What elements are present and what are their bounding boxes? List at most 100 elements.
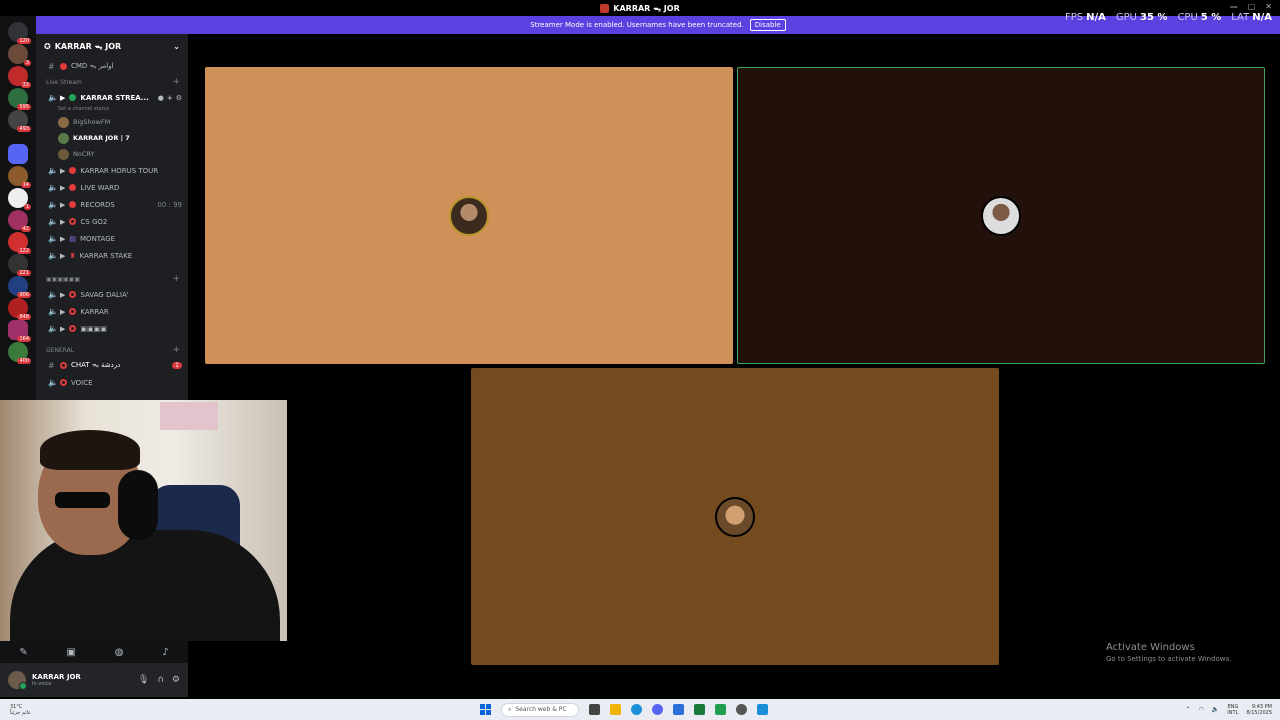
status-dot	[69, 201, 77, 208]
voice-tile[interactable]	[471, 368, 999, 665]
soundboard-icon[interactable]: ♪	[162, 647, 168, 658]
language-indicator[interactable]: ENG INTL	[1227, 704, 1238, 716]
plus-icon[interactable]: +	[172, 77, 180, 87]
user-names: KARRAR JOR In voice	[32, 673, 81, 687]
channel-voice[interactable]: 🔈 ▶ LIVE WARD	[36, 179, 188, 196]
home-icon[interactable]: 120	[8, 22, 31, 44]
avatar	[58, 148, 69, 160]
channel-list: ✪ KARRAR ᯓ JOR ⌄ # CMD ᯓ اوامر Live Stream…	[36, 34, 188, 400]
status-ring	[69, 325, 77, 332]
server-icon[interactable]: 848	[8, 298, 31, 320]
chat-icon[interactable]: ●	[158, 94, 164, 102]
taskbar-search[interactable]: ⌕ Search web & PC	[501, 702, 579, 717]
chevron-up-icon[interactable]: ⌃	[1186, 706, 1191, 713]
discord-icon[interactable]	[652, 704, 663, 715]
headphones	[118, 470, 158, 540]
status-ring	[69, 291, 77, 298]
weather-widget[interactable]: 31°C غائم جزئياً	[10, 704, 31, 716]
voice-tile-speaking[interactable]	[737, 67, 1265, 364]
app-icon[interactable]	[757, 704, 768, 715]
channel-voice[interactable]: 🔈 ▶ SAVAG DALIA'	[36, 286, 188, 303]
edge-icon[interactable]	[631, 704, 642, 715]
server-icon[interactable]: 493	[8, 110, 31, 132]
channel-status[interactable]: Set a channel status	[36, 106, 188, 114]
voice-member[interactable]: KARRAR JOR | 7	[36, 130, 188, 146]
settings-icon[interactable]	[736, 704, 747, 715]
speaker-icon: 🔈	[48, 234, 58, 243]
screen-share-icon[interactable]: ▣	[67, 647, 76, 658]
server-icon[interactable]: 221	[8, 254, 31, 276]
clock[interactable]: 9:43 PM 8/15/2025	[1246, 704, 1272, 716]
category-general[interactable]: GENERAL +	[36, 343, 188, 357]
channel-voice[interactable]: 🔈 ▶ KARRAR HORUS TOUR	[36, 162, 188, 179]
server-icon[interactable]: 42	[8, 210, 31, 232]
microphone-icon[interactable]: 🎙	[138, 675, 149, 685]
task-view-icon[interactable]	[589, 704, 600, 715]
maximize-icon[interactable]: ▢	[1248, 2, 1256, 11]
status-ring	[69, 218, 77, 225]
file-explorer-icon[interactable]	[610, 704, 621, 715]
server-header[interactable]: ✪ KARRAR ᯓ JOR ⌄	[36, 34, 188, 58]
gear-icon[interactable]: ⚙	[172, 675, 180, 685]
channel-voice[interactable]: 🔈 ▶ ▣▣▣▣	[36, 320, 188, 337]
speaker-icon: 🔈	[48, 183, 58, 192]
channel-label: RECORDS	[80, 200, 115, 209]
server-icon[interactable]: 122	[8, 232, 31, 254]
server-icon[interactable]: 14	[8, 166, 31, 188]
category-2[interactable]: ▣▣▣▣▣▣ +	[36, 272, 188, 286]
app-icon[interactable]	[715, 704, 726, 715]
server-icon[interactable]: 33	[8, 66, 31, 88]
channel-voice[interactable]: 🔈 VOICE	[36, 374, 188, 391]
folder-icon[interactable]	[8, 144, 28, 164]
status-dot	[60, 63, 67, 70]
user-panel: KARRAR JOR In voice 🎙 ∩ ⚙	[0, 663, 188, 697]
channel-voice[interactable]: 🔈 ▶ KARRAR	[36, 303, 188, 320]
member-name: NoCRY	[73, 150, 95, 158]
volume-icon[interactable]: 🔈	[1212, 706, 1219, 713]
channel-voice[interactable]: 🔈 ▶ ♜ KARRAR STAKE	[36, 247, 188, 264]
channel-label: KARRAR HORUS TOUR	[80, 166, 159, 175]
start-icon[interactable]	[480, 704, 491, 715]
voice-tile[interactable]	[205, 67, 733, 364]
category-live-stream[interactable]: Live Stream +	[36, 75, 188, 89]
server-icon[interactable]: 1	[8, 188, 31, 210]
stat-cpu: CPU 5 %	[1177, 12, 1222, 23]
live-dot	[69, 94, 77, 101]
voice-member[interactable]: BigShowFM	[36, 114, 188, 130]
channel-label: VOICE	[71, 378, 93, 387]
wifi-icon[interactable]: ◠	[1199, 706, 1204, 713]
user-controls: 🎙 ∩ ⚙	[138, 675, 180, 685]
app-icon[interactable]	[673, 704, 684, 715]
server-icon[interactable]: 906	[8, 276, 31, 298]
channel-voice[interactable]: 🔈 ▶ ▤ MONTAGE	[36, 230, 188, 247]
gamepad-icon[interactable]: ◍	[115, 647, 124, 658]
pen-icon[interactable]: ✎	[19, 647, 27, 658]
disable-streamer-mode-button[interactable]: Disable	[749, 19, 786, 31]
sunglasses	[55, 492, 110, 508]
channel-voice[interactable]: 🔈 ▶ RECORDS 00 : 99	[36, 196, 188, 213]
server-icon[interactable]: 400	[8, 342, 31, 364]
play-icon: ▶	[60, 166, 66, 175]
channel-chat[interactable]: # CHAT ᯓ دردشة 1	[36, 357, 188, 374]
plus-icon[interactable]: +	[172, 345, 180, 355]
server-icon[interactable]: 3	[8, 44, 31, 66]
play-icon: ▶	[60, 183, 66, 192]
channel-voice[interactable]: 🔈 ▶ CS GO2	[36, 213, 188, 230]
app-icon[interactable]	[694, 704, 705, 715]
headphones-icon[interactable]: ∩	[157, 675, 164, 685]
avatar	[715, 496, 755, 537]
avatar[interactable]	[8, 671, 27, 690]
server-icon[interactable]: 595	[8, 88, 31, 110]
voice-member[interactable]: NoCRY	[36, 146, 188, 162]
invite-icon[interactable]: +	[167, 94, 173, 102]
channel-label: LIVE WARD	[80, 183, 120, 192]
speaker-icon: 🔈	[48, 251, 58, 260]
channel-live-stream[interactable]: 🔈 ▶ KARRAR STREA... ● + ⚙	[36, 89, 188, 106]
channel-cmd[interactable]: # CMD ᯓ اوامر	[36, 58, 188, 75]
minimize-icon[interactable]: —	[1230, 2, 1238, 11]
gear-icon[interactable]: ⚙	[176, 94, 182, 102]
close-icon[interactable]: ✕	[1265, 2, 1272, 11]
server-icon[interactable]: 164	[8, 320, 31, 342]
chevron-down-icon[interactable]: ⌄	[173, 42, 180, 51]
plus-icon[interactable]: +	[172, 274, 180, 284]
